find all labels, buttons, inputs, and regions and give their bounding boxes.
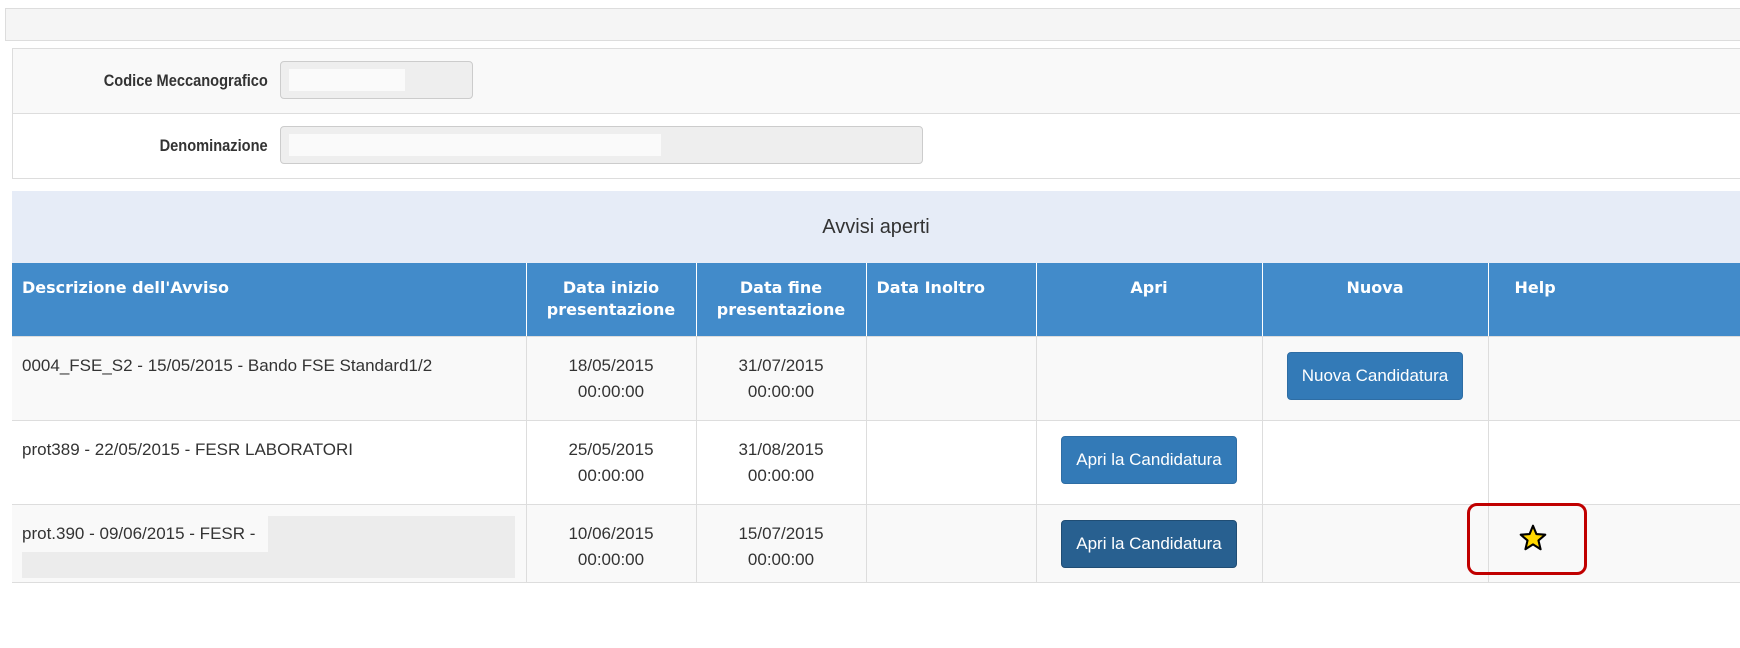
redacted-text: [22, 552, 318, 578]
header-data-inizio: Data inizio presentazione: [526, 263, 697, 337]
cell-apri: Apri la Candidatura: [1036, 504, 1263, 583]
cell-data-fine: 31/08/2015 00:00:00: [696, 420, 867, 505]
header-data-fine-line2: presentazione: [716, 300, 846, 319]
header-help: Help: [1488, 263, 1740, 337]
denominazione-row: Denominazione: [13, 114, 1740, 179]
cell-data-fine: 15/07/2015 00:00:00: [696, 504, 867, 583]
denominazione-field[interactable]: [280, 126, 923, 164]
cell-data-inoltro: [866, 504, 1037, 583]
codice-field[interactable]: [280, 61, 473, 99]
codice-input[interactable]: [281, 62, 472, 98]
cell-nuova: Nuova Candidatura: [1262, 336, 1489, 421]
date: 18/05/2015: [568, 355, 654, 375]
section-title: Avvisi aperti: [12, 191, 1740, 263]
school-info-form: Codice Meccanografico Denominazione: [12, 48, 1740, 179]
cell-apri: Apri la Candidatura: [1036, 420, 1263, 505]
cell-data-fine: 31/07/2015 00:00:00: [696, 336, 867, 421]
star-icon[interactable]: [1518, 524, 1548, 552]
denominazione-input[interactable]: [281, 127, 922, 163]
cell-data-inoltro: [866, 336, 1037, 421]
time: 00:00:00: [577, 549, 645, 569]
apri-candidatura-button[interactable]: Apri la Candidatura: [1061, 519, 1237, 568]
apri-candidatura-button[interactable]: Apri la Candidatura: [1061, 435, 1237, 484]
cell-data-inizio: 25/05/2015 00:00:00: [526, 420, 697, 505]
time: 00:00:00: [747, 549, 815, 569]
time: 00:00:00: [747, 381, 815, 401]
time: 00:00:00: [577, 465, 645, 485]
cell-help: [1488, 336, 1740, 421]
cell-apri: [1036, 336, 1263, 421]
top-panel-bar: [5, 8, 1740, 41]
cell-data-inizio: 18/05/2015 00:00:00: [526, 336, 697, 421]
header-data-fine: Data fine presentazione: [696, 263, 867, 337]
nuova-candidatura-button[interactable]: Nuova Candidatura: [1286, 351, 1464, 400]
codice-label: Codice Meccanografico: [103, 71, 268, 90]
cell-data-inoltro: [866, 420, 1037, 505]
cell-descrizione: prot389 - 22/05/2015 - FESR LABORATORI: [12, 420, 527, 505]
date: 10/06/2015: [568, 523, 654, 543]
table-header-row: Descrizione dell'Avviso Data inizio pres…: [12, 263, 1740, 337]
header-apri: Apri: [1036, 263, 1263, 337]
date: 25/05/2015: [568, 439, 654, 459]
date: 15/07/2015: [738, 523, 824, 543]
cell-nuova: [1262, 504, 1489, 583]
header-data-inizio-line2: presentazione: [546, 300, 676, 319]
time: 00:00:00: [577, 381, 645, 401]
codice-row: Codice Meccanografico: [13, 49, 1740, 114]
header-data-inoltro: Data Inoltro: [866, 263, 1037, 337]
date: 31/08/2015: [738, 439, 824, 459]
header-data-fine-line1: Data fine: [739, 278, 823, 297]
header-data-inizio-line1: Data inizio: [562, 278, 660, 297]
header-nuova: Nuova: [1262, 263, 1489, 337]
table-row: prot389 - 22/05/2015 - FESR LABORATORI 2…: [12, 420, 1740, 505]
table-row: 0004_FSE_S2 - 15/05/2015 - Bando FSE Sta…: [12, 336, 1740, 421]
cell-nuova: [1262, 420, 1489, 505]
denominazione-label: Denominazione: [159, 136, 268, 155]
cell-data-inizio: 10/06/2015 00:00:00: [526, 504, 697, 583]
cell-help: [1488, 420, 1740, 505]
time: 00:00:00: [747, 465, 815, 485]
cell-descrizione: 0004_FSE_S2 - 15/05/2015 - Bando FSE Sta…: [12, 336, 527, 421]
header-descrizione: Descrizione dell'Avviso: [12, 263, 527, 337]
date: 31/07/2015: [738, 355, 824, 375]
